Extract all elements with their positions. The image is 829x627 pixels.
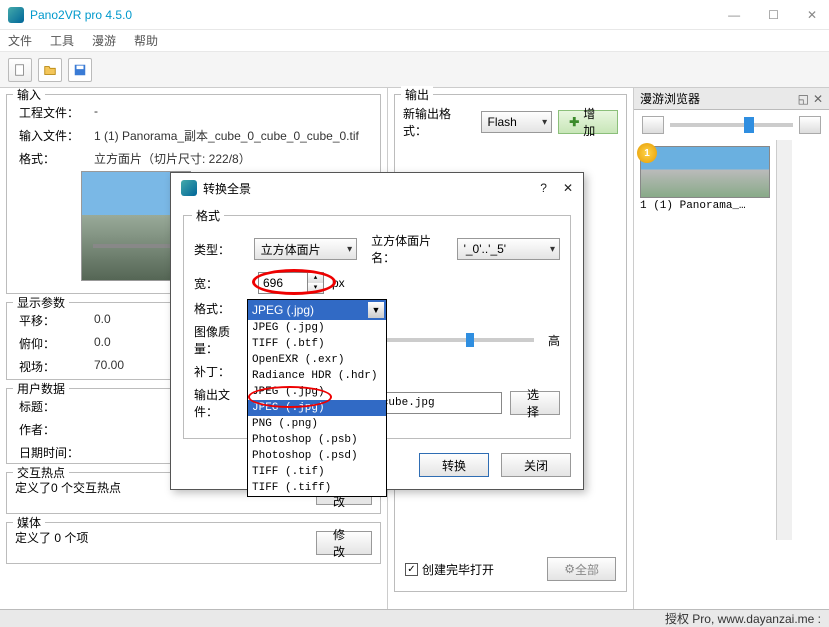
- proj-value: -: [90, 101, 372, 124]
- format-option[interactable]: Photoshop (.psd): [248, 448, 386, 464]
- thumbnail-size-slider[interactable]: [670, 123, 793, 127]
- tour-thumbnail-image: 1: [640, 146, 770, 198]
- width-input[interactable]: [259, 273, 307, 293]
- window-title: Pano2VR pro 4.5.0: [30, 8, 132, 22]
- hotspot-group-title: 交互热点: [13, 464, 69, 481]
- format-option[interactable]: TIFF (.btf): [248, 336, 386, 352]
- infile-value: 1 (1) Panorama_副本_cube_0_cube_0_cube_0.t…: [90, 124, 372, 147]
- menubar: 文件 工具 漫游 帮助: [0, 30, 829, 52]
- outfile-label: 输出文件：: [194, 386, 250, 420]
- open-after-checkbox[interactable]: [405, 563, 418, 576]
- slider-min-icon[interactable]: [642, 116, 664, 134]
- format-option[interactable]: OpenEXR (.exr): [248, 352, 386, 368]
- titlebar: Pano2VR pro 4.5.0 — ☐ ✕: [0, 0, 829, 30]
- newformat-label: 新输出格式：: [403, 105, 475, 139]
- close-icon[interactable]: ✕: [803, 6, 821, 24]
- input-group-title: 输入: [13, 88, 45, 103]
- newformat-select[interactable]: Flash: [481, 111, 553, 133]
- media-group-title: 媒体: [13, 514, 45, 531]
- format-label: 格式：: [194, 300, 250, 317]
- slider-max-icon[interactable]: [799, 116, 821, 134]
- date-label: 日期时间：: [15, 441, 90, 464]
- select-file-button[interactable]: 选择: [510, 391, 560, 415]
- cubename-select[interactable]: '_0'..'_5': [457, 238, 560, 260]
- open-button[interactable]: [38, 58, 62, 82]
- fov-label: 视场：: [15, 355, 90, 378]
- pan-label: 平移：: [15, 309, 90, 332]
- open-after-label: 创建完毕打开: [422, 561, 494, 578]
- convert-button[interactable]: 转换: [419, 453, 489, 477]
- format-option[interactable]: TIFF (.tiff): [248, 480, 386, 496]
- width-label: 宽：: [194, 275, 250, 292]
- panel-close-icon[interactable]: ✕: [813, 92, 823, 106]
- minimize-icon[interactable]: —: [724, 6, 744, 24]
- convert-dialog: 转换全景 ? ✕ 格式 类型： 立方体面片 立方体面片名： '_0'..'_5'…: [170, 172, 584, 490]
- save-button[interactable]: [68, 58, 92, 82]
- browser-panel: 漫游浏览器 ◱ ✕ 1 1 (1) Panorama_…: [634, 88, 829, 609]
- author-label: 作者：: [15, 418, 90, 441]
- format-option[interactable]: JPEG (.jpg): [248, 320, 386, 336]
- format-option[interactable]: Radiance HDR (.hdr): [248, 368, 386, 384]
- maximize-icon[interactable]: ☐: [764, 6, 783, 24]
- quality-label: 图像质量：: [194, 323, 250, 357]
- media-modify-button[interactable]: 修改: [316, 531, 372, 555]
- media-group: 媒体 定义了 0 个项 修改: [6, 522, 381, 564]
- statusbar: 授权 Pro, www.dayanzai.me :: [0, 609, 829, 627]
- dialog-titlebar[interactable]: 转换全景 ? ✕: [171, 173, 583, 203]
- browser-header: 漫游浏览器 ◱ ✕: [634, 88, 829, 110]
- width-unit: px: [332, 276, 345, 290]
- format-option[interactable]: PNG (.png): [248, 416, 386, 432]
- format-group-title: 格式: [192, 207, 224, 224]
- spin-down-icon[interactable]: ▾: [307, 283, 323, 293]
- output-group-title: 输出: [401, 86, 433, 103]
- proj-label: 工程文件：: [15, 101, 90, 124]
- help-icon[interactable]: ?: [540, 181, 547, 195]
- type-select[interactable]: 立方体面片: [254, 238, 357, 260]
- quality-hi-label: 高: [548, 332, 560, 349]
- cubename-label: 立方体面片名：: [371, 232, 448, 266]
- patch-label: 补丁：: [194, 363, 250, 380]
- dialog-title: 转换全景: [203, 180, 251, 197]
- type-label: 类型：: [194, 241, 246, 258]
- menu-file[interactable]: 文件: [8, 32, 32, 49]
- thumbnail-size-slider-row: [634, 110, 829, 140]
- fmt-value: 立方面片（切片尺寸: 222/8）: [90, 147, 372, 170]
- menu-help[interactable]: 帮助: [134, 32, 158, 49]
- tilt-label: 俯仰：: [15, 332, 90, 355]
- primary-badge-icon: 1: [637, 143, 657, 163]
- close-button[interactable]: 关闭: [501, 453, 571, 477]
- browser-scrollbar[interactable]: [776, 140, 792, 540]
- license-text: 授权 Pro, www.dayanzai.me :: [665, 610, 821, 627]
- browser-title: 漫游浏览器: [640, 90, 700, 107]
- menu-tools[interactable]: 工具: [50, 32, 74, 49]
- dialog-logo-icon: [181, 180, 197, 196]
- app-logo-icon: [8, 7, 24, 23]
- infile-label: 输入文件：: [15, 124, 90, 147]
- dialog-close-icon[interactable]: ✕: [563, 181, 573, 195]
- format-option[interactable]: JPEG (.jpg): [248, 400, 386, 416]
- hotspot-text: 定义了0 个交互热点: [15, 481, 121, 495]
- chevron-down-icon[interactable]: ▼: [368, 302, 384, 318]
- media-text: 定义了 0 个项: [15, 531, 88, 545]
- plus-icon: ✚: [569, 115, 579, 129]
- title-label: 标题：: [15, 395, 90, 418]
- format-option[interactable]: Photoshop (.psb): [248, 432, 386, 448]
- tour-thumbnail-caption: 1 (1) Panorama_…: [640, 198, 770, 212]
- format-option[interactable]: TIFF (.tif): [248, 464, 386, 480]
- userdata-group-title: 用户数据: [13, 380, 69, 397]
- display-group-title: 显示参数: [13, 294, 69, 311]
- format-combobox-open[interactable]: JPEG (.jpg) ▼ JPEG (.jpg)TIFF (.btf)Open…: [247, 299, 387, 497]
- dock-icon[interactable]: ◱: [798, 92, 809, 106]
- spin-up-icon[interactable]: ▴: [307, 273, 323, 283]
- width-spinner[interactable]: ▴▾: [258, 272, 324, 294]
- toolbar: [0, 52, 829, 88]
- add-output-button[interactable]: ✚增加: [558, 110, 618, 134]
- format-option[interactable]: JPEG (.jpg): [248, 384, 386, 400]
- tour-thumbnail-item[interactable]: 1 1 (1) Panorama_…: [640, 146, 770, 534]
- new-button[interactable]: [8, 58, 32, 82]
- menu-tour[interactable]: 漫游: [92, 32, 116, 49]
- fmt-label: 格式：: [15, 147, 90, 170]
- all-button[interactable]: ⚙ 全部: [547, 557, 616, 581]
